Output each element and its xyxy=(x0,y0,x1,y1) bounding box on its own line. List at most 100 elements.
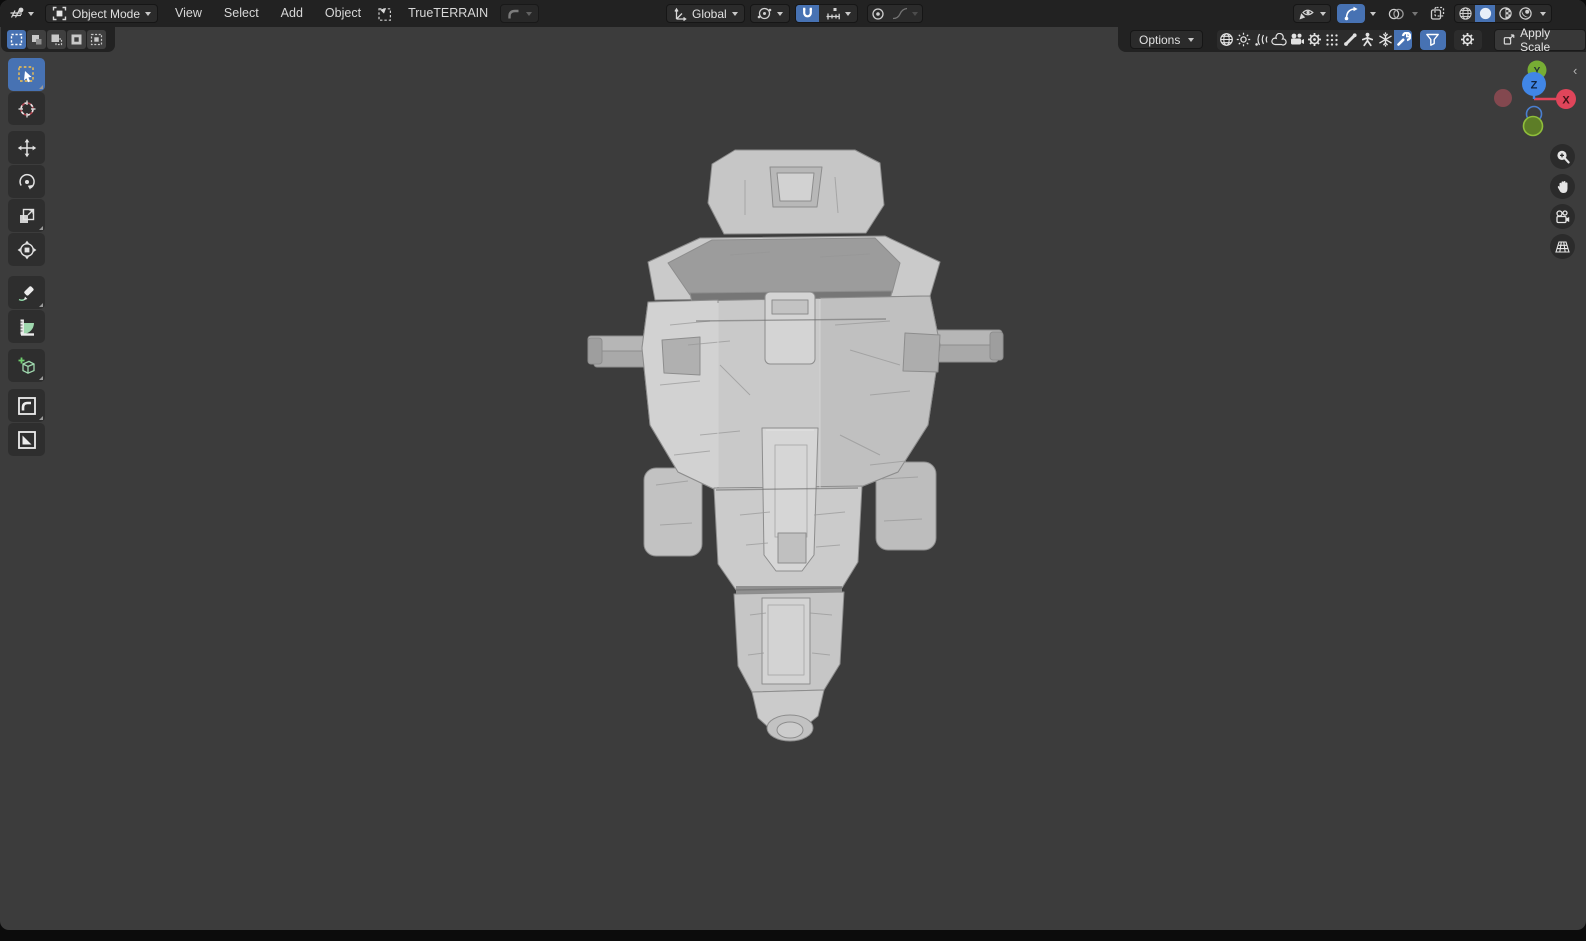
menu-trueterrain[interactable]: TrueTERRAIN xyxy=(396,0,500,27)
filter-armature-button[interactable] xyxy=(1359,30,1377,50)
select-mode-subtract[interactable] xyxy=(47,30,66,49)
filter-gear-button[interactable] xyxy=(1306,30,1324,50)
menu-object[interactable]: Object xyxy=(314,0,372,27)
addon-pie-button[interactable] xyxy=(374,4,396,23)
snap-toggle[interactable] xyxy=(795,5,819,22)
tool-flatten[interactable] xyxy=(8,423,45,456)
select-mode-intersect[interactable] xyxy=(87,30,106,49)
select-mode-set[interactable] xyxy=(7,30,26,49)
filter-force-field-button[interactable] xyxy=(1253,30,1271,50)
tool-fillet[interactable] xyxy=(8,389,45,422)
falloff-dropdown[interactable] xyxy=(888,5,922,22)
active-tool-dropdown[interactable] xyxy=(500,4,540,23)
gizmos-toggle[interactable] xyxy=(1337,4,1365,23)
snap-target-dropdown[interactable] xyxy=(819,5,857,22)
tool-cursor[interactable] xyxy=(8,92,45,125)
tool-move[interactable] xyxy=(8,131,45,164)
tool-add-cube[interactable] xyxy=(8,349,45,382)
tool-select-box[interactable] xyxy=(8,58,45,91)
gear-icon xyxy=(1308,33,1322,46)
filter-physics-button[interactable] xyxy=(1377,30,1395,50)
chevron-down-icon xyxy=(1370,11,1376,16)
gizmos-dropdown[interactable] xyxy=(1367,4,1379,23)
chevron-down-icon xyxy=(731,11,738,16)
perspective-toggle-button[interactable] xyxy=(1550,234,1575,259)
transform-orientation-dropdown[interactable]: Global xyxy=(666,4,745,23)
navigation-gizmo[interactable]: Y Z X xyxy=(1480,56,1586,146)
shading-solid-button[interactable] xyxy=(1475,5,1495,22)
mode-dropdown-label: Object Mode xyxy=(72,6,141,21)
proportional-editing-toggle[interactable] xyxy=(868,5,888,22)
overlays-cluster xyxy=(1385,4,1421,23)
tool-options-panel: Options Apply Scale xyxy=(1118,25,1586,54)
zoom-icon xyxy=(1556,150,1570,163)
visibility-eye-icon xyxy=(1299,9,1314,19)
tool-transform[interactable] xyxy=(8,233,45,266)
filter-camera-button[interactable] xyxy=(1288,30,1306,50)
filter-light-button[interactable] xyxy=(1235,30,1253,50)
shading-solid-icon xyxy=(1479,7,1491,20)
select-mode-invert[interactable] xyxy=(67,30,86,49)
menu-add[interactable]: Add xyxy=(270,0,314,27)
tool-scale[interactable] xyxy=(8,199,45,232)
object-mode-icon xyxy=(52,6,67,21)
shading-dropdown[interactable] xyxy=(1535,5,1551,22)
filter-modifier-button[interactable] xyxy=(1394,29,1413,50)
3d-model-spaceship[interactable] xyxy=(570,135,1020,755)
flatten-tool-icon xyxy=(17,430,36,449)
select-box-icon xyxy=(17,65,34,82)
apply-scale-label: Apply Scale xyxy=(1520,25,1551,54)
overlays-icon xyxy=(1388,8,1404,19)
filter-metaball-button[interactable] xyxy=(1270,30,1288,50)
mode-dropdown[interactable]: Object Mode xyxy=(45,4,159,23)
tool-annotate[interactable] xyxy=(8,276,45,309)
filter-icon-strip xyxy=(1217,29,1413,50)
falloff-curve-icon xyxy=(892,7,907,20)
shading-rendered-button[interactable] xyxy=(1515,5,1535,22)
filter-particles-button[interactable] xyxy=(1324,30,1342,50)
object-types-visibility-dropdown[interactable] xyxy=(1293,4,1331,23)
menu-view[interactable]: View xyxy=(164,0,213,27)
tool-rotate[interactable] xyxy=(8,165,45,198)
filter-bone-button[interactable] xyxy=(1341,30,1359,50)
shading-material-icon xyxy=(1498,7,1512,20)
camera-view-button[interactable] xyxy=(1550,204,1575,229)
proportional-cluster xyxy=(866,4,923,23)
axis-y-negative[interactable] xyxy=(1522,115,1544,137)
more-tools-indicator xyxy=(39,376,43,380)
xray-toggle[interactable] xyxy=(1427,4,1448,23)
chevron-down-icon xyxy=(145,11,152,16)
move-icon xyxy=(17,138,36,157)
overlays-dropdown[interactable] xyxy=(1409,4,1421,23)
tool-settings-gear-button[interactable] xyxy=(1453,29,1482,50)
select-intersect-icon xyxy=(90,33,103,46)
editor-type-selector[interactable] xyxy=(6,4,37,23)
options-dropdown[interactable]: Options xyxy=(1130,30,1204,49)
shading-wireframe-button[interactable] xyxy=(1455,5,1475,22)
select-mode-panel xyxy=(1,27,115,52)
force-field-icon xyxy=(1255,33,1268,46)
zoom-button[interactable] xyxy=(1550,144,1575,169)
gizmo-cluster xyxy=(1337,4,1379,23)
filter-funnel-toggle[interactable] xyxy=(1420,29,1446,50)
tool-measure[interactable] xyxy=(8,310,45,343)
filter-world-button[interactable] xyxy=(1217,30,1235,50)
axis-z-label: Z xyxy=(1531,80,1538,92)
sidebar-toggle-arrow[interactable]: ‹ xyxy=(1573,64,1577,78)
shading-material-button[interactable] xyxy=(1495,5,1515,22)
chevron-down-icon xyxy=(1540,11,1546,16)
menu-select[interactable]: Select xyxy=(213,0,270,27)
camera-icon xyxy=(1291,33,1305,45)
blender-window: Object Mode View Select Add Object TrueT… xyxy=(0,0,1586,941)
pivot-point-icon xyxy=(757,7,771,20)
apply-scale-button[interactable]: Apply Scale xyxy=(1493,25,1586,54)
select-mode-extend[interactable] xyxy=(27,30,46,49)
axis-x-negative[interactable] xyxy=(1494,89,1512,107)
more-tools-indicator xyxy=(39,85,43,89)
snap-increment-icon xyxy=(826,7,840,19)
pan-button[interactable] xyxy=(1550,174,1575,199)
display-cluster xyxy=(1293,4,1552,23)
overlays-toggle[interactable] xyxy=(1385,4,1407,23)
pivot-point-dropdown[interactable] xyxy=(749,4,790,23)
select-subtract-icon xyxy=(51,34,63,46)
